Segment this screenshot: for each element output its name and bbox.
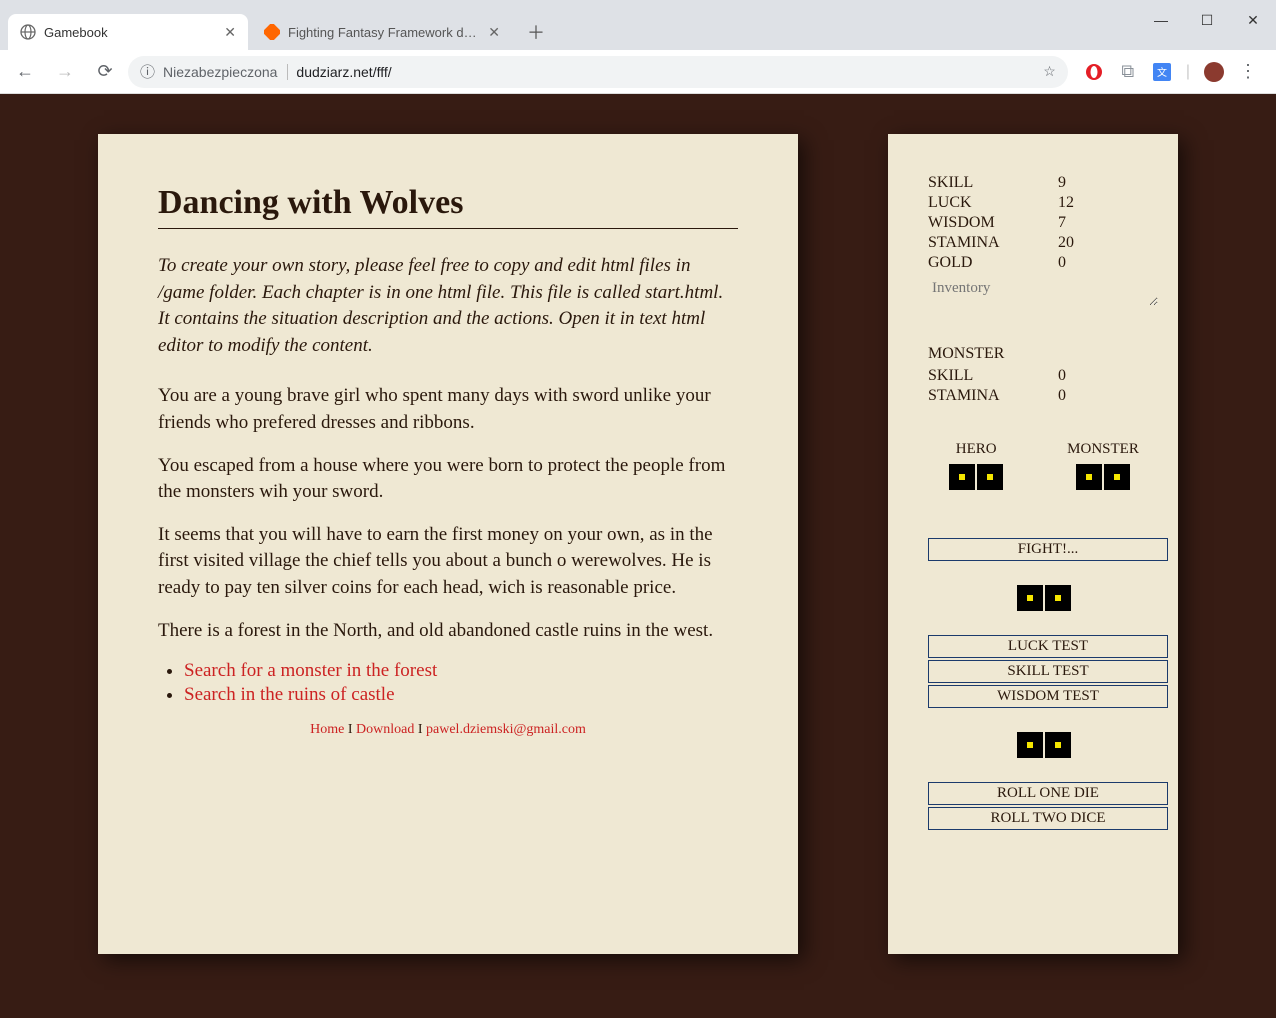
story-paragraph: It seems that you will have to earn the … [158, 522, 738, 602]
roll-two-button[interactable]: ROLL TWO DICE [928, 807, 1168, 830]
die-icon [1045, 585, 1071, 611]
forward-button[interactable]: → [48, 55, 82, 89]
security-label: Niezabezpieczona [163, 64, 288, 80]
inventory-field[interactable] [928, 278, 1158, 306]
die-icon [1104, 464, 1130, 490]
close-icon[interactable]: ✕ [224, 24, 236, 41]
stat-luck: LUCK12 [928, 194, 1160, 212]
monster-heading: MONSTER [928, 345, 1160, 363]
choice-list: Search for a monster in the forest Searc… [158, 660, 738, 706]
monster-skill: SKILL0 [928, 367, 1160, 385]
skill-test-button[interactable]: SKILL TEST [928, 660, 1168, 683]
back-button[interactable]: ← [8, 55, 42, 89]
stat-stamina: STAMINA20 [928, 234, 1160, 252]
monster-stamina: STAMINA0 [928, 387, 1160, 405]
address-bar[interactable]: ⓘ Niezabezpieczona dudziarz.net/fff/ ☆ [128, 56, 1068, 88]
menu-icon[interactable]: ⋮ [1238, 62, 1258, 82]
new-tab-button[interactable]: ＋ [522, 18, 550, 46]
page-viewport: Dancing with Wolves To create your own s… [0, 94, 1276, 1018]
email-link[interactable]: pawel.dziemski@gmail.com [426, 722, 586, 737]
die-icon [1076, 464, 1102, 490]
hero-dice: HERO [949, 441, 1003, 490]
browser-toolbar: ← → ⟳ ⓘ Niezabezpieczona dudziarz.net/ff… [0, 50, 1276, 94]
story-footer: Home I Download I pawel.dziemski@gmail.c… [158, 722, 738, 738]
luck-test-button[interactable]: LUCK TEST [928, 635, 1168, 658]
close-icon[interactable]: ✕ [488, 24, 500, 41]
wisdom-test-button[interactable]: WISDOM TEST [928, 685, 1168, 708]
roll-one-button[interactable]: ROLL ONE DIE [928, 782, 1168, 805]
story-title: Dancing with Wolves [158, 184, 738, 229]
stat-wisdom: WISDOM7 [928, 214, 1160, 232]
globe-icon [20, 24, 36, 40]
url-text: dudziarz.net/fff/ [296, 64, 391, 80]
stats-panel: SKILL9 LUCK12 WISDOM7 STAMINA20 GOLD0 MO… [888, 134, 1178, 954]
dropbox-icon[interactable]: ⧉ [1118, 62, 1138, 82]
choice-link-forest[interactable]: Search for a monster in the forest [184, 660, 437, 681]
story-intro: To create your own story, please feel fr… [158, 253, 738, 359]
star-icon[interactable]: ☆ [1043, 63, 1056, 80]
die-icon [1017, 732, 1043, 758]
reload-button[interactable]: ⟳ [88, 55, 122, 89]
translate-icon[interactable]: 文 [1152, 62, 1172, 82]
download-link[interactable]: Download [356, 722, 414, 737]
list-item: Search in the ruins of castle [184, 684, 738, 706]
die-icon [949, 464, 975, 490]
browser-tab-strip: Gamebook ✕ Fighting Fantasy Framework do… [0, 0, 1276, 50]
tab-title: Fighting Fantasy Framework dow… [288, 25, 482, 40]
die-icon [977, 464, 1003, 490]
browser-tab-active[interactable]: Gamebook ✕ [8, 14, 248, 50]
info-icon: ⓘ [140, 61, 155, 82]
fight-button[interactable]: FIGHT!... [928, 538, 1168, 561]
die-icon [1045, 732, 1071, 758]
stat-skill: SKILL9 [928, 174, 1160, 192]
opera-icon[interactable] [1084, 62, 1104, 82]
profile-avatar[interactable] [1204, 62, 1224, 82]
monster-dice: MONSTER [1067, 441, 1139, 490]
story-paragraph: You escaped from a house where you were … [158, 453, 738, 506]
tab-title: Gamebook [44, 25, 218, 40]
story-paragraph: There is a forest in the North, and old … [158, 618, 738, 645]
list-item: Search for a monster in the forest [184, 660, 738, 682]
maximize-button[interactable]: ☐ [1184, 0, 1230, 40]
sourceforge-icon [264, 24, 280, 40]
close-window-button[interactable]: ✕ [1230, 0, 1276, 40]
story-paragraph: You are a young brave girl who spent man… [158, 383, 738, 436]
home-link[interactable]: Home [310, 722, 344, 737]
minimize-button[interactable]: — [1138, 0, 1184, 40]
story-panel: Dancing with Wolves To create your own s… [98, 134, 798, 954]
die-icon [1017, 585, 1043, 611]
choice-link-castle[interactable]: Search in the ruins of castle [184, 684, 395, 705]
stat-gold: GOLD0 [928, 254, 1160, 272]
browser-tab-inactive[interactable]: Fighting Fantasy Framework dow… ✕ [252, 14, 512, 50]
svg-text:文: 文 [1157, 66, 1167, 79]
